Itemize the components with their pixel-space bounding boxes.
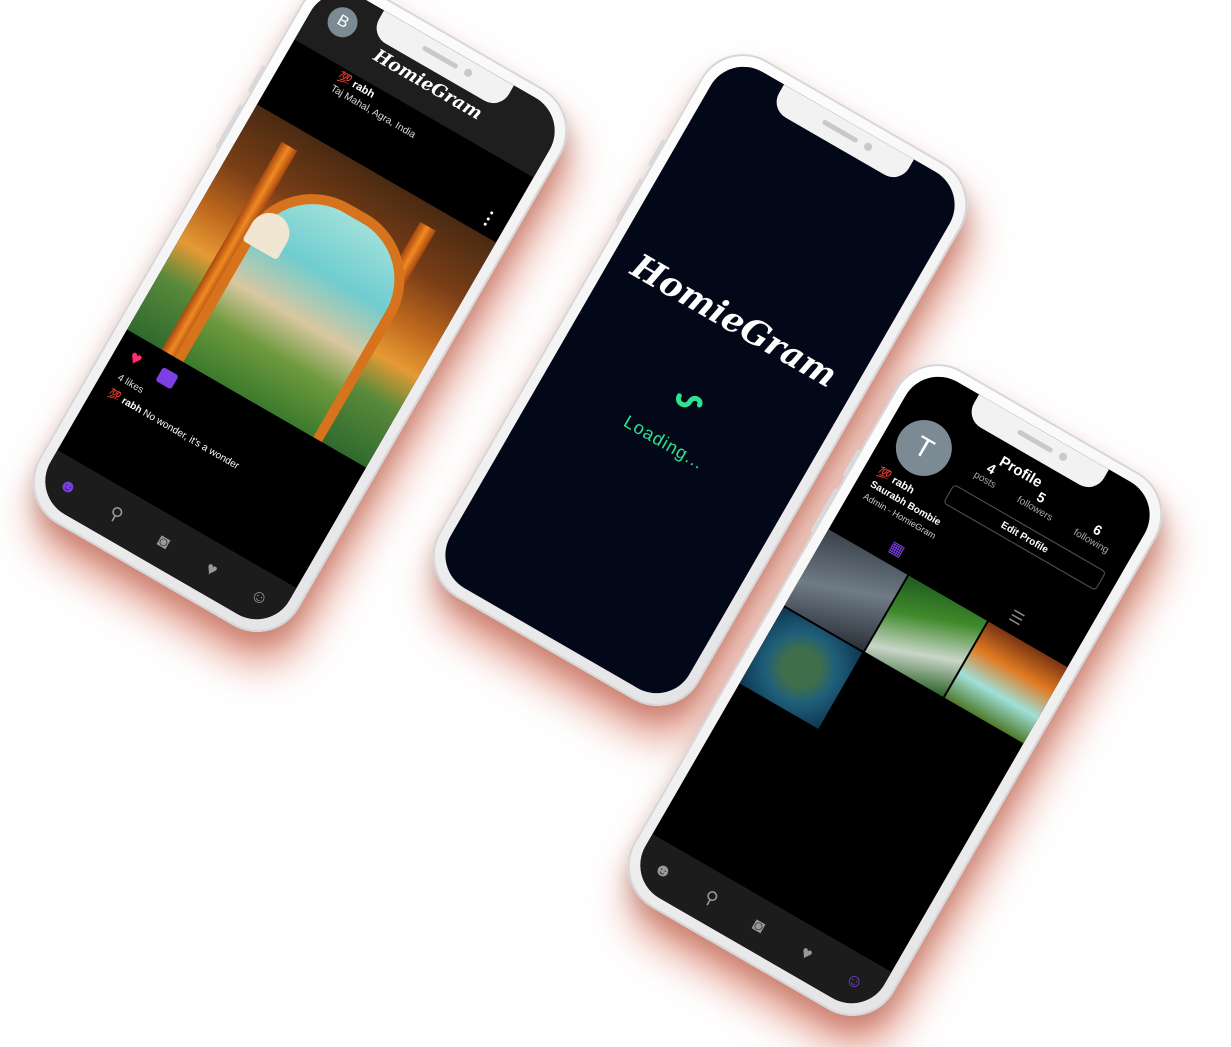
search-icon[interactable]: ⚲ — [696, 883, 726, 913]
bottom-nav: ☻ ⚲ ◙ ♥ ☺ — [626, 834, 892, 1018]
camera-icon[interactable]: ◙ — [744, 911, 774, 941]
like-heart-icon[interactable]: ♥ — [124, 346, 146, 372]
heart-icon[interactable]: ♥ — [197, 554, 227, 584]
posts-grid — [739, 529, 1068, 821]
profile-icon[interactable]: ☺ — [840, 966, 870, 996]
search-icon[interactable]: ⚲ — [101, 499, 131, 529]
home-icon[interactable]: ☻ — [53, 471, 83, 501]
post-caption: 💯 rabh No wonder, it's a wonder — [106, 387, 241, 472]
app-brand: HomieGram — [369, 45, 486, 125]
profile-icon[interactable]: ☺ — [245, 582, 275, 612]
heart-icon[interactable]: ♥ — [792, 938, 822, 968]
loading-spinner-icon — [675, 393, 703, 408]
loading-text: Loading... — [620, 411, 708, 474]
home-icon[interactable]: ☻ — [648, 855, 678, 885]
list-view-icon[interactable]: ☰ — [1005, 606, 1027, 630]
more-options-icon[interactable] — [483, 210, 494, 227]
comment-icon[interactable] — [155, 366, 179, 390]
grid-view-icon[interactable]: ▦ — [885, 537, 908, 562]
app-brand: HomieGram — [624, 246, 844, 397]
camera-icon[interactable]: ◙ — [149, 527, 179, 557]
